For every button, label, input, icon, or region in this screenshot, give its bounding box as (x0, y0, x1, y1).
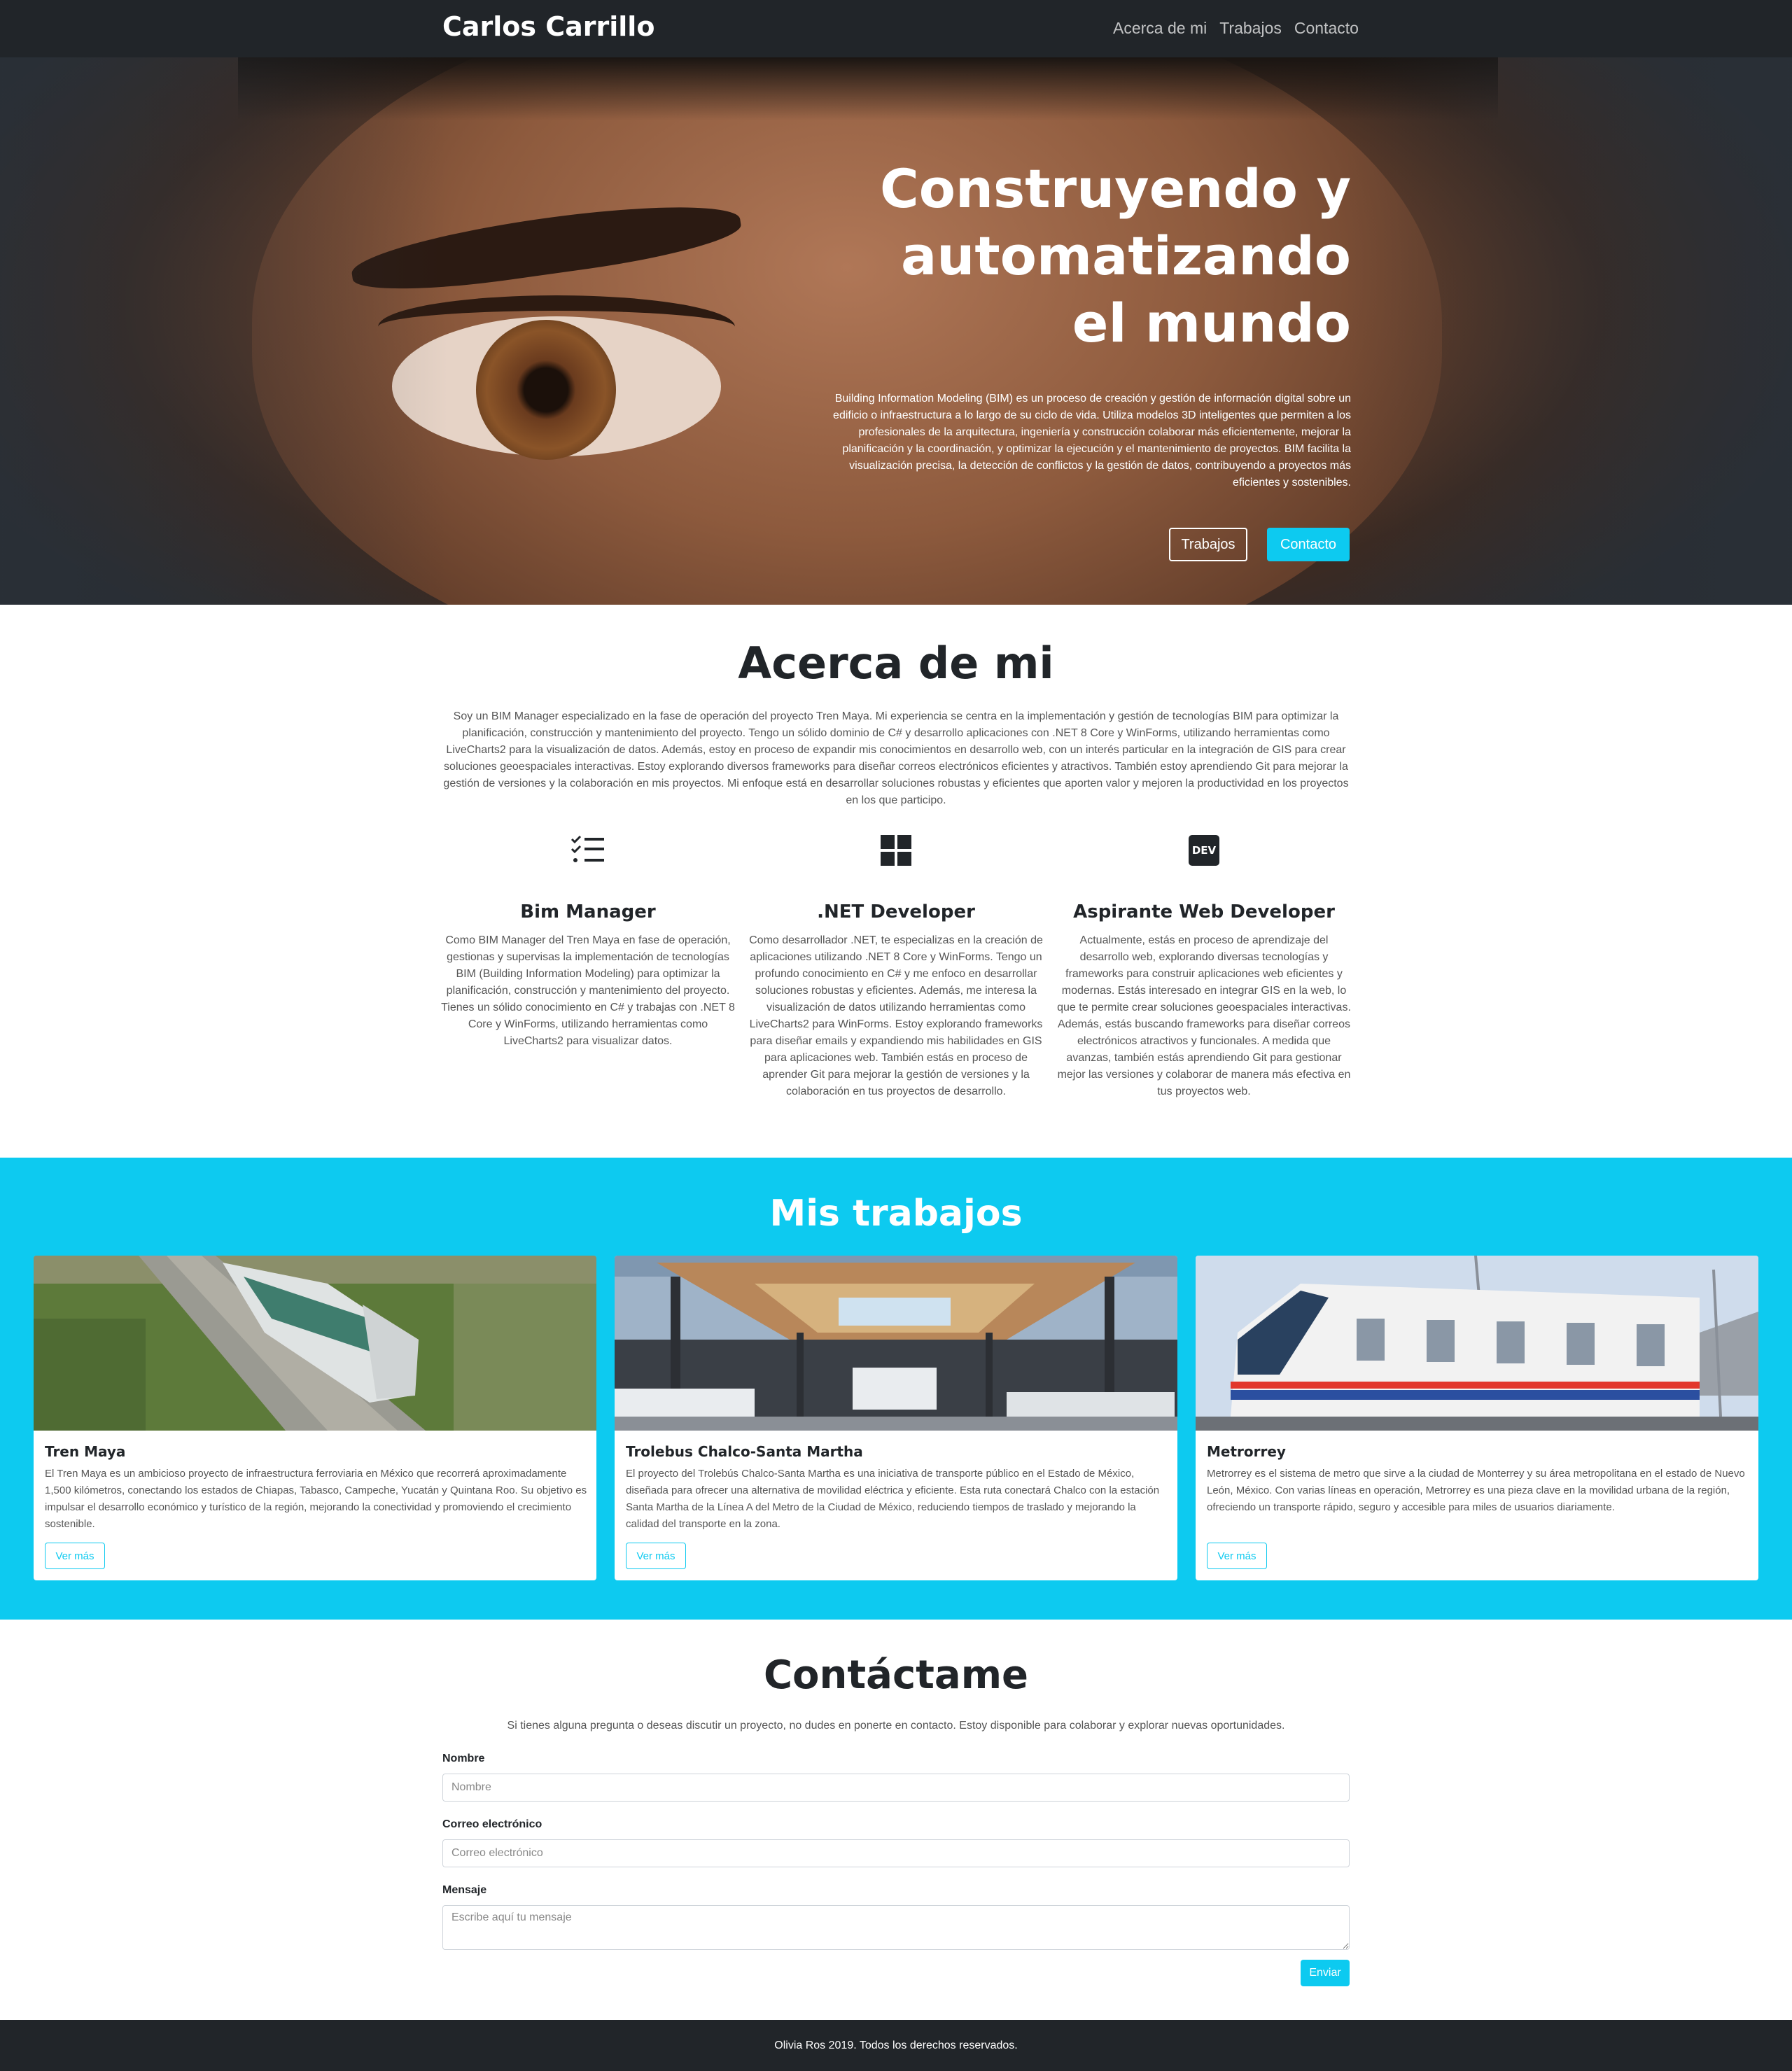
work-card-tren-maya: Tren Maya El Tren Maya es un ambicioso p… (34, 1256, 596, 1580)
feature-text: Actualmente, estás en proceso de aprendi… (1057, 934, 1351, 1097)
see-more-button[interactable]: Ver más (626, 1543, 686, 1569)
card-text: Metrorrey es el sistema de metro que sir… (1207, 1468, 1745, 1513)
message-textarea[interactable] (442, 1905, 1350, 1950)
hero-title: Construyendo y automatizando el mundo (812, 155, 1351, 357)
footer: Olivia Ros 2019. Todos los derechos rese… (0, 2020, 1792, 2071)
card-image (615, 1256, 1177, 1431)
feature-dotnet-developer: .NET Developer Como desarrollador .NET, … (749, 833, 1043, 1100)
submit-button[interactable]: Enviar (1301, 1960, 1350, 1986)
hero-works-button[interactable]: Trabajos (1169, 528, 1247, 561)
feature-web-developer: DEV Aspirante Web Developer Actualmente,… (1057, 833, 1351, 1100)
works-section: Mis trabajos Tren Maya El Tren Maya es u… (0, 1158, 1792, 1620)
nav-link-contact[interactable]: Contacto (1294, 15, 1359, 41)
hero-description: Building Information Modeling (BIM) es u… (833, 393, 1351, 489)
windows-icon (875, 833, 917, 868)
hero-title-line: el mundo (1072, 292, 1351, 354)
card-title: Tren Maya (45, 1443, 126, 1460)
work-card-metrorrey: Metrorrey Metrorrey es el sistema de met… (1196, 1256, 1758, 1580)
card-image (1196, 1256, 1758, 1431)
card-title: Metrorrey (1207, 1443, 1286, 1460)
checklist-icon (567, 833, 609, 868)
email-label: Correo electrónico (442, 1818, 542, 1830)
hero-title-line: automatizando (900, 225, 1351, 287)
hero-section: Construyendo y automatizando el mundo Bu… (0, 57, 1792, 605)
navbar: Carlos Carrillo Acerca de mi Trabajos Co… (0, 0, 1792, 57)
feature-text: Como BIM Manager del Tren Maya en fase d… (441, 934, 735, 1047)
work-card-trolebus: Trolebus Chalco-Santa Martha El proyecto… (615, 1256, 1177, 1580)
contact-title: Contáctame (763, 1652, 1029, 1698)
hero-title-line: Construyendo y (879, 157, 1351, 220)
dev-icon: DEV (1183, 833, 1225, 868)
hero-contact-button[interactable]: Contacto (1267, 528, 1350, 561)
feature-title: Bim Manager (520, 901, 656, 922)
dev-icon-label: DEV (1189, 835, 1219, 866)
card-image (34, 1256, 596, 1431)
email-input[interactable] (442, 1839, 1350, 1867)
about-title: Acerca de mi (738, 638, 1054, 689)
contact-description: Si tienes alguna pregunta o deseas discu… (507, 1720, 1285, 1732)
nav-links: Acerca de mi Trabajos Contacto (1113, 15, 1359, 41)
name-input[interactable] (442, 1774, 1350, 1802)
card-text: El proyecto del Trolebús Chalco-Santa Ma… (626, 1468, 1160, 1530)
see-more-button[interactable]: Ver más (45, 1543, 105, 1569)
feature-text: Como desarrollador .NET, te especializas… (749, 934, 1043, 1097)
feature-bim-manager: Bim Manager Como BIM Manager del Tren Ma… (441, 833, 735, 1050)
nav-link-works[interactable]: Trabajos (1219, 15, 1282, 41)
see-more-button[interactable]: Ver más (1207, 1543, 1267, 1569)
card-text: El Tren Maya es un ambicioso proyecto de… (45, 1468, 587, 1530)
feature-title: Aspirante Web Developer (1073, 901, 1335, 922)
feature-title: .NET Developer (817, 901, 975, 922)
message-label: Mensaje (442, 1884, 487, 1896)
name-label: Nombre (442, 1753, 485, 1764)
about-description: Soy un BIM Manager especializado en la f… (443, 710, 1349, 806)
works-title: Mis trabajos (769, 1193, 1023, 1235)
card-title: Trolebus Chalco-Santa Martha (626, 1443, 863, 1460)
brand-logo[interactable]: Carlos Carrillo (442, 10, 654, 43)
footer-copyright: Olivia Ros 2019. Todos los derechos rese… (774, 2040, 1018, 2051)
nav-link-about[interactable]: Acerca de mi (1113, 15, 1207, 41)
